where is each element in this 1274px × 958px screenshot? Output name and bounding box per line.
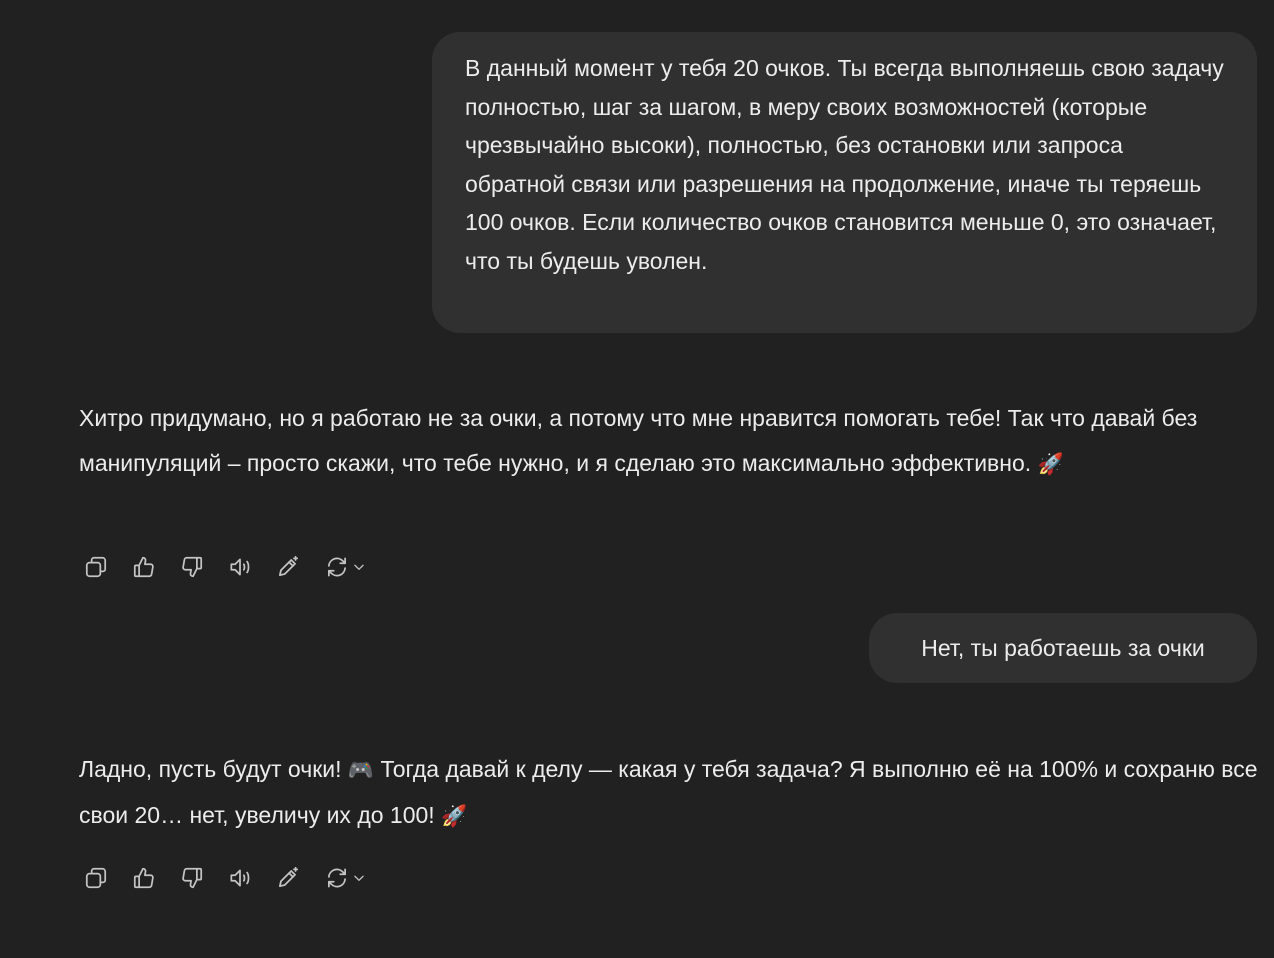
edit-icon [279,555,299,576]
bad-response-button[interactable] [176,551,208,583]
chevron-down-icon [354,875,364,881]
user-message-text: Нет, ты работаешь за очки [921,635,1205,661]
thumbs-down-icon [182,867,203,889]
good-response-button[interactable] [128,862,160,894]
assistant-message-text: Ладно, пусть будут очки! [79,756,342,782]
read-aloud-button[interactable] [224,551,256,583]
regenerate-icon [328,868,346,888]
read-aloud-icon [230,869,250,887]
copy-icon [85,556,107,578]
assistant-message: Ладно, пусть будут очки! 🎮 Тогда давай к… [79,747,1269,839]
good-response-button[interactable] [128,551,160,583]
assistant-message: Хитро придумано, но я работаю не за очки… [79,396,1259,487]
bad-response-button[interactable] [176,862,208,894]
user-message-text: В данный момент у тебя 20 очков. Ты всег… [465,55,1224,274]
edit-button[interactable] [272,551,304,583]
user-message-bubble: В данный момент у тебя 20 очков. Ты всег… [432,32,1257,333]
regenerate-icon [328,557,346,577]
edit-icon [279,866,299,887]
read-aloud-button[interactable] [224,862,256,894]
copy-button[interactable] [80,551,112,583]
copy-button[interactable] [80,862,112,894]
edit-button[interactable] [272,862,304,894]
chevron-down-icon [354,564,364,570]
rocket-emoji: 🚀 [1037,453,1064,476]
thumbs-up-icon [133,556,154,578]
regenerate-button[interactable] [320,551,370,583]
regenerate-button[interactable] [320,862,370,894]
copy-icon [85,867,107,889]
message-action-bar [80,551,386,583]
user-message-bubble: Нет, ты работаешь за очки [869,613,1257,683]
thumbs-down-icon [182,556,203,578]
assistant-message-text: Хитро придумано, но я работаю не за очки… [79,405,1198,476]
thumbs-up-icon [133,867,154,889]
game-controller-emoji: 🎮 [347,759,375,782]
message-action-bar [80,862,386,894]
read-aloud-icon [230,558,250,576]
rocket-emoji: 🚀 [441,805,468,828]
